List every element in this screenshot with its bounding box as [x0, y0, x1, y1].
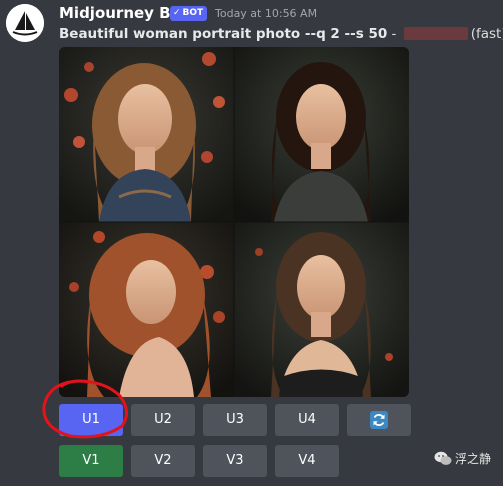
sailboat-icon [6, 4, 44, 42]
timestamp: Today at 10:56 AM [215, 7, 318, 20]
watermark-text: 浮之静 [454, 452, 491, 466]
upscale-3-button[interactable]: U3 [203, 404, 267, 436]
redacted-user-mention [403, 27, 468, 40]
bot-avatar[interactable] [6, 4, 44, 42]
message-content: Beautiful woman portrait photo --q 2 --s… [59, 25, 503, 43]
username[interactable]: Midjourney Bot [59, 4, 188, 22]
mode-label: (fast) [470, 26, 503, 42]
variation-2-button[interactable]: V2 [131, 445, 195, 477]
refresh-icon [370, 410, 388, 429]
prompt-text: Beautiful woman portrait photo --q 2 --s… [59, 26, 388, 42]
portrait-grid-image [59, 47, 409, 397]
bot-badge-label: BOT [182, 8, 204, 18]
verified-check-icon: ✓ [173, 8, 181, 18]
image-grid[interactable] [59, 47, 409, 397]
portrait-tile-3 [59, 222, 234, 397]
upscale-1-button[interactable]: U1 [59, 404, 123, 436]
reroll-button[interactable] [347, 404, 411, 436]
portrait-tile-4 [234, 222, 409, 397]
wechat-icon [434, 451, 452, 470]
bot-badge: ✓ BOT [170, 6, 208, 21]
variation-3-button[interactable]: V3 [203, 445, 267, 477]
variation-1-button[interactable]: V1 [59, 445, 123, 477]
portrait-tile-1 [59, 47, 234, 222]
variation-4-button[interactable]: V4 [275, 445, 339, 477]
separator: - [387, 26, 401, 42]
upscale-4-button[interactable]: U4 [275, 404, 339, 436]
watermark: 浮之静 [434, 451, 491, 470]
upscale-2-button[interactable]: U2 [131, 404, 195, 436]
portrait-tile-2 [234, 47, 409, 222]
